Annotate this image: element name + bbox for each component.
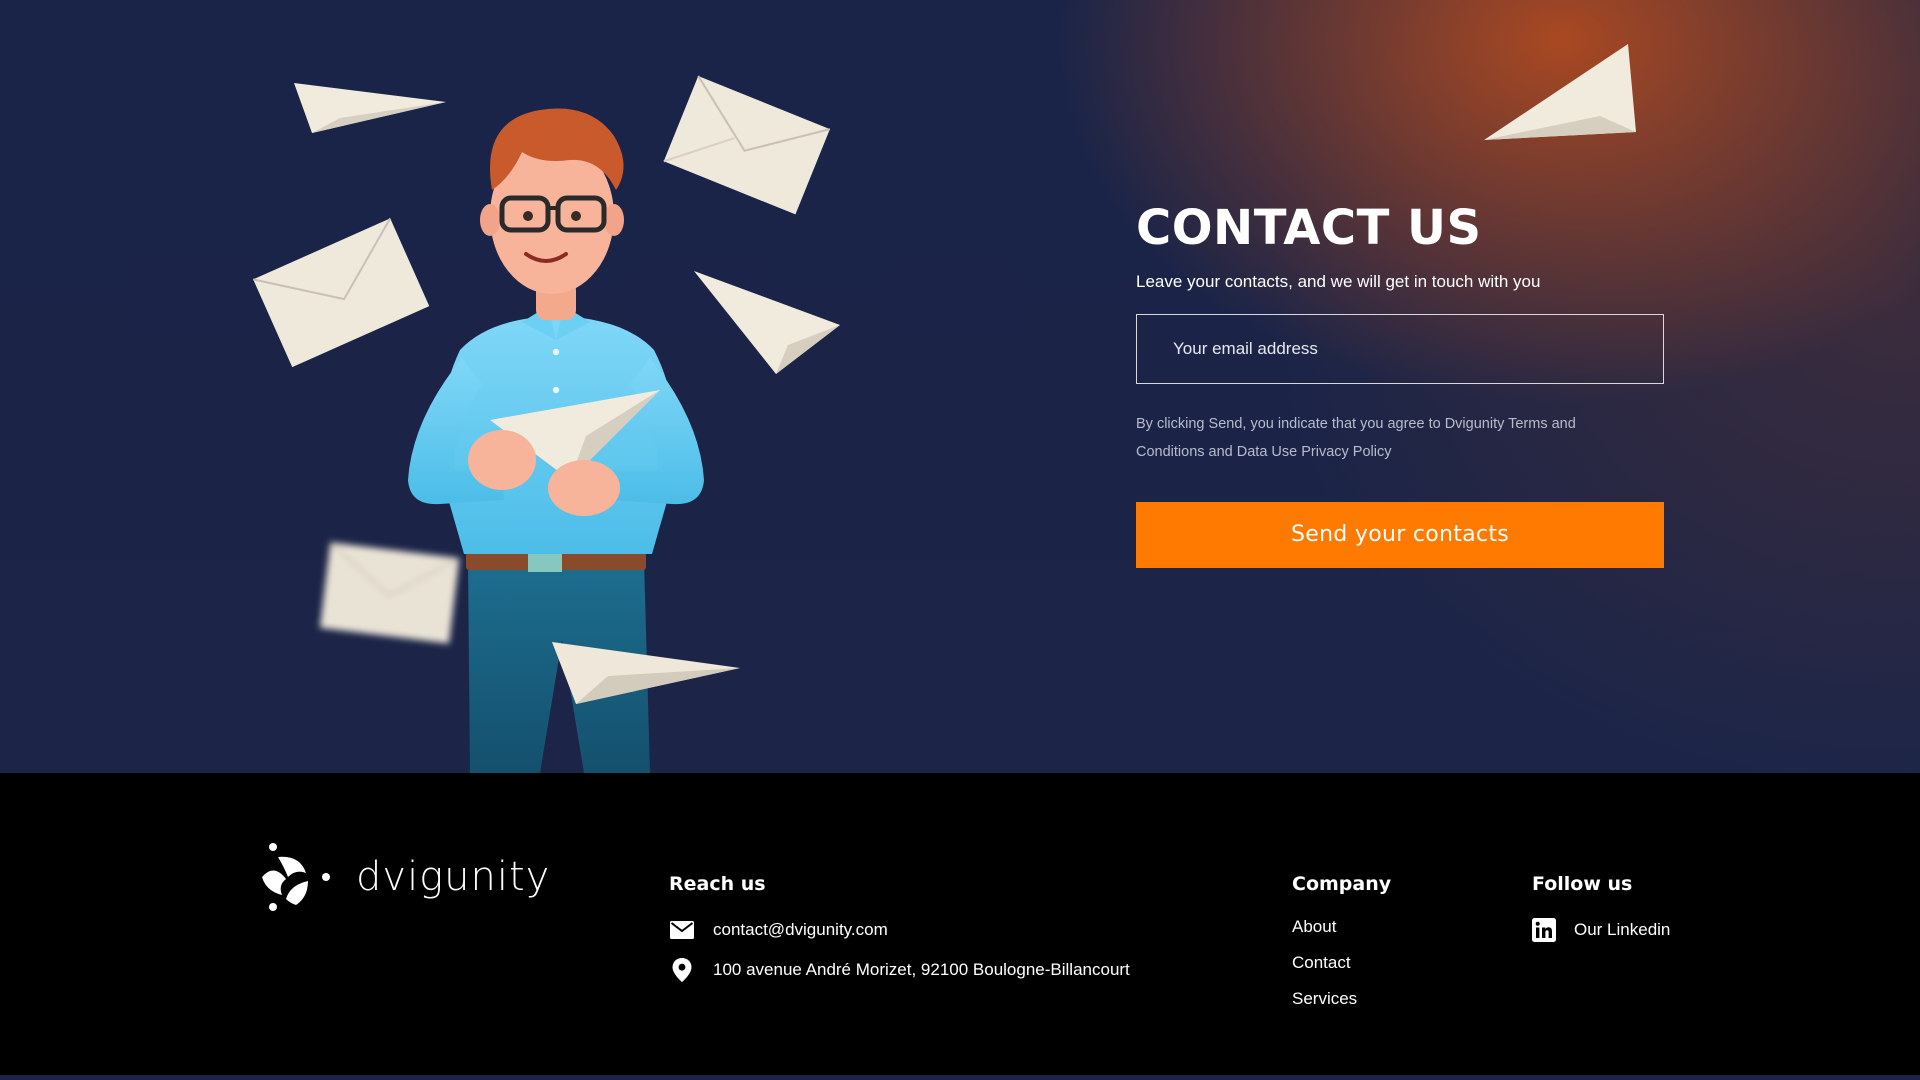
- envelope-top: [663, 75, 831, 215]
- linkedin-follow[interactable]: Our Linkedin: [1532, 917, 1670, 943]
- address-text: 100 avenue André Morizet, 92100 Boulogne…: [713, 960, 1130, 979]
- location-pin-icon: [669, 957, 695, 983]
- company-link-item: About: [1292, 917, 1391, 943]
- consent-text: By clicking Send, you indicate that you …: [1136, 415, 1576, 460]
- envelope-blurred: [319, 541, 460, 644]
- reach-us-section: Reach us contact@dvigunity.com 100 avenu…: [669, 873, 1130, 997]
- paper-plane-top-right: [1480, 36, 1660, 148]
- bottom-divider: [0, 1075, 1920, 1080]
- company-link-item: Contact: [1292, 953, 1391, 979]
- brand-name: dvigunity: [356, 854, 551, 900]
- dvigunity-logo-icon: [262, 843, 330, 911]
- services-link[interactable]: Services: [1292, 989, 1357, 1008]
- brand[interactable]: dvigunity: [256, 839, 550, 915]
- follow-us-section: Follow us Our Linkedin: [1532, 873, 1670, 943]
- paper-plane-top-left: [294, 83, 446, 133]
- linkedin-link[interactable]: Our Linkedin: [1574, 920, 1670, 940]
- company-links: About Contact Services: [1292, 917, 1391, 1015]
- about-link[interactable]: About: [1292, 917, 1336, 936]
- contact-link[interactable]: Contact: [1292, 953, 1351, 972]
- footer: dvigunity Reach us contact@dvigunity.com: [0, 773, 1920, 1075]
- linkedin-icon: [1532, 918, 1556, 942]
- character-illustration: [240, 40, 880, 773]
- company-heading: Company: [1292, 873, 1392, 895]
- contact-hero: CONTACT US Leave your contacts, and we w…: [0, 0, 1920, 773]
- follow-us-heading: Follow us: [1532, 873, 1633, 895]
- contact-subtitle: Leave your contacts, and we will get in …: [1136, 271, 1541, 291]
- email-input[interactable]: [1136, 313, 1664, 384]
- company-section: Company About Contact Services: [1292, 873, 1391, 1025]
- envelope-left: [252, 217, 430, 368]
- company-link-item: Services: [1292, 989, 1391, 1015]
- paper-plane-right: [694, 271, 840, 374]
- contact-title: CONTACT US: [1136, 200, 1482, 256]
- reach-us-heading: Reach us: [669, 873, 766, 895]
- address-contact: 100 avenue André Morizet, 92100 Boulogne…: [669, 957, 1130, 983]
- send-contacts-button[interactable]: Send your contacts: [1136, 501, 1664, 568]
- contact-page: CONTACT US Leave your contacts, and we w…: [0, 0, 1920, 1080]
- mail-icon: [669, 917, 695, 943]
- email-contact[interactable]: contact@dvigunity.com: [669, 917, 1130, 943]
- contact-form: CONTACT US Leave your contacts, and we w…: [1136, 200, 1664, 568]
- email-link[interactable]: contact@dvigunity.com: [713, 920, 888, 940]
